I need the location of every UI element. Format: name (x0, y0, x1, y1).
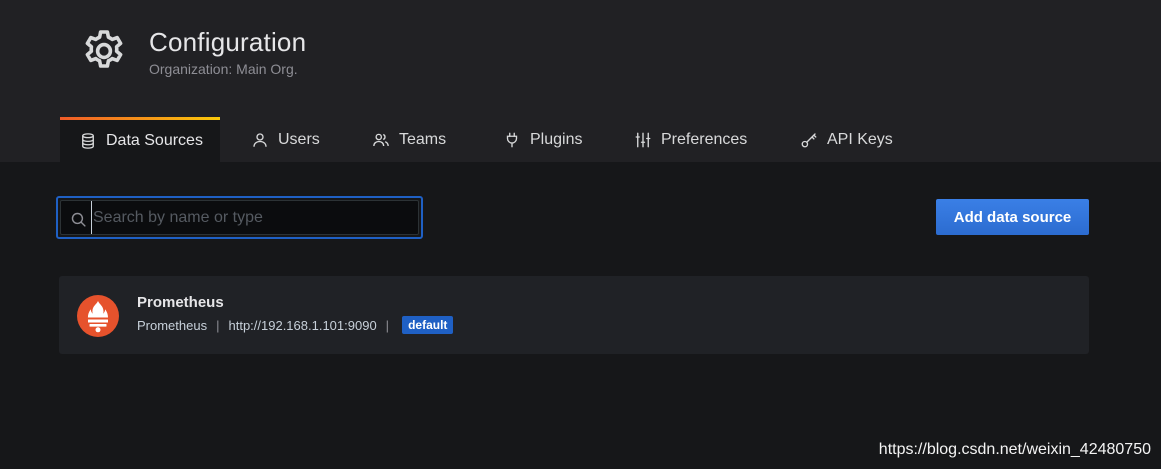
search-field (56, 196, 423, 239)
tab-label: Preferences (661, 130, 748, 148)
default-badge: default (402, 316, 454, 334)
sliders-icon (635, 132, 651, 147)
datasource-url: http://192.168.1.101:9090 (228, 317, 377, 333)
database-icon (82, 133, 94, 149)
gear-icon (85, 30, 123, 68)
tab-data-sources[interactable]: Data Sources (60, 117, 220, 162)
meta-separator: | (385, 317, 390, 333)
datasource-type: Prometheus (137, 317, 208, 333)
tab-users[interactable]: Users (251, 117, 320, 162)
tab-api-keys[interactable]: API Keys (800, 117, 893, 162)
tab-teams[interactable]: Teams (372, 117, 446, 162)
tab-label: API Keys (827, 130, 893, 148)
page-header: Configuration Organization: Main Org. Da… (0, 0, 1161, 162)
users-icon (373, 133, 389, 146)
tab-label: Plugins (530, 130, 583, 148)
prometheus-logo (77, 295, 119, 337)
plug-icon (506, 132, 518, 147)
tab-preferences[interactable]: Preferences (634, 117, 747, 162)
search-input-wrapper (60, 200, 419, 235)
key-icon (801, 132, 817, 147)
search-input[interactable] (91, 201, 411, 234)
page-title: Configuration (149, 27, 307, 57)
tab-label: Data Sources (106, 132, 203, 149)
watermark: https://blog.csdn.net/weixin_42480750 (878, 441, 1151, 458)
page-subtitle: Organization: Main Org. (149, 61, 298, 77)
add-data-source-button[interactable]: Add data source (936, 199, 1089, 235)
tab-label: Users (278, 130, 320, 148)
datasource-name: Prometheus (137, 294, 224, 311)
user-icon (253, 132, 267, 147)
search-icon (71, 212, 86, 227)
datasource-card[interactable]: Prometheus Prometheus | http://192.168.1… (59, 276, 1089, 354)
datasource-meta: Prometheus | http://192.168.1.101:9090 |… (137, 316, 454, 334)
tab-plugins[interactable]: Plugins (503, 117, 582, 162)
tab-label: Teams (399, 130, 447, 148)
meta-separator: | (216, 317, 220, 333)
